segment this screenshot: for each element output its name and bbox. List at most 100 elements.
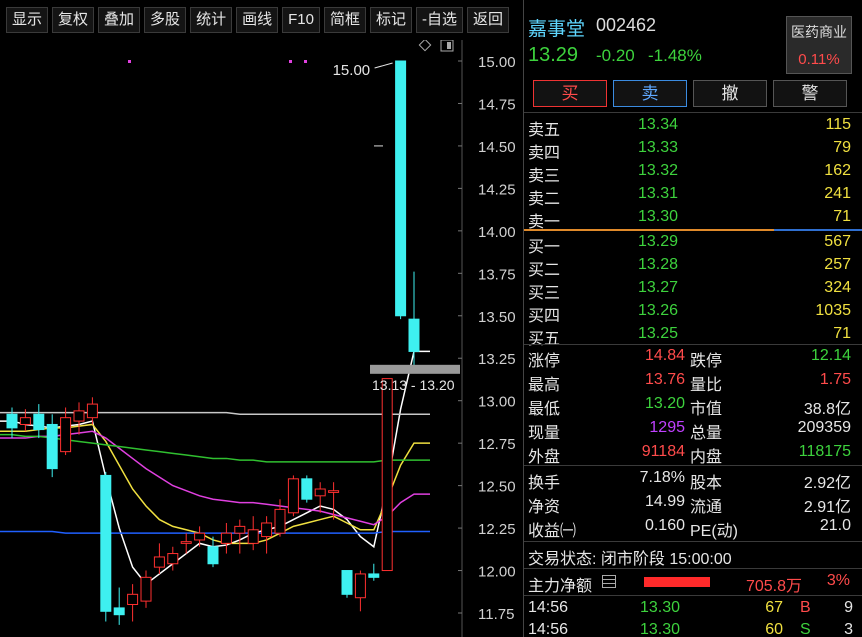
trade-status: 交易状态: 闭市阶段 15:00:00 bbox=[528, 551, 732, 568]
candle-body-up bbox=[247, 529, 259, 544]
price-tick-label: 12.50 bbox=[478, 479, 516, 496]
candle bbox=[60, 407, 72, 456]
bid-row-2[interactable]: 买二 13.28 257 bbox=[524, 254, 862, 279]
ask-volume: 79 bbox=[833, 139, 851, 156]
cancel-order-button[interactable]: 撤 bbox=[693, 80, 767, 107]
stock-name: 嘉事堂 bbox=[528, 19, 586, 40]
ma-line-ma120 bbox=[0, 530, 430, 534]
candle-body-down bbox=[6, 413, 18, 429]
ask-row-2[interactable]: 卖二 13.31 241 bbox=[524, 183, 862, 208]
sell-button[interactable]: 卖 bbox=[613, 80, 687, 107]
toolbar-back-button[interactable]: 返回 bbox=[466, 7, 509, 33]
ask-volume: 241 bbox=[824, 185, 851, 202]
ask-price: 13.33 bbox=[638, 139, 679, 156]
bid-row-4[interactable]: 买四 13.26 1035 bbox=[524, 300, 862, 325]
toolbar-mark-button[interactable]: 标记 bbox=[369, 7, 412, 33]
chart-corner-icons bbox=[418, 40, 454, 52]
candle bbox=[395, 60, 407, 320]
candle-body-up bbox=[86, 403, 98, 419]
toolbar-draw-button[interactable]: 画线 bbox=[236, 7, 279, 33]
candle bbox=[247, 516, 259, 551]
current-price: 13.29 bbox=[528, 44, 579, 66]
ask-row-1[interactable]: 卖一 13.30 71 bbox=[524, 206, 862, 231]
candle-body-up bbox=[73, 410, 85, 422]
candle-body-up bbox=[194, 532, 206, 541]
price-tick-label: 15.00 bbox=[478, 54, 516, 71]
candle bbox=[354, 570, 366, 612]
bid-row-1[interactable]: 买一 13.29 567 bbox=[524, 231, 862, 256]
candle-body-up bbox=[328, 490, 340, 493]
sector-change-pct: 0.11% bbox=[798, 51, 840, 68]
candle-body-up bbox=[153, 556, 165, 568]
signal-dot bbox=[304, 60, 307, 63]
toolbar-overlay-button[interactable]: 叠加 bbox=[98, 7, 141, 33]
candle-body-down bbox=[368, 573, 380, 578]
limit-up-label: 涨停 bbox=[528, 353, 561, 370]
bid-row-5[interactable]: 买五 13.25 71 bbox=[524, 323, 862, 348]
share-capital-value: 2.92亿 bbox=[803, 475, 851, 492]
candle-body-up bbox=[234, 525, 246, 534]
tick-count: 3 bbox=[844, 621, 853, 637]
toolbar-remove-watchlist-button[interactable]: -自选 bbox=[415, 7, 463, 33]
alert-button[interactable]: 警 bbox=[773, 80, 847, 107]
tick-time: 14:56 bbox=[528, 599, 569, 616]
price-gridlines bbox=[458, 40, 463, 637]
kline-chart[interactable]: 15.00 13.13 - 13.20 15.00 14.75 14.50 14.25 1… bbox=[0, 40, 523, 637]
toolbar-multistock-button[interactable]: 多股 bbox=[144, 7, 187, 33]
price-tick-label: 12.25 bbox=[478, 521, 516, 538]
signal-dot bbox=[128, 60, 131, 63]
toolbar-show-button[interactable]: 显示 bbox=[6, 7, 49, 33]
tick-row: 14:56 13.30 60 S 3 bbox=[524, 619, 862, 637]
pe-label: PE(动) bbox=[690, 523, 739, 540]
high-price-label: 15.00 bbox=[333, 62, 371, 79]
ask-row-5[interactable]: 卖五 13.34 115 bbox=[524, 114, 862, 139]
tick-count: 9 bbox=[844, 599, 853, 616]
volume-ratio-value: 1.75 bbox=[819, 371, 851, 388]
window-icon-pane bbox=[447, 42, 451, 49]
candle-body-down bbox=[395, 60, 407, 317]
tick-volume: 67 bbox=[765, 599, 783, 616]
float-shares-label: 流通 bbox=[690, 499, 723, 516]
ask-price: 13.34 bbox=[638, 116, 679, 133]
candle bbox=[261, 516, 273, 554]
main-flow-label[interactable]: 主力净额 bbox=[528, 572, 592, 596]
price-tick-label: 14.75 bbox=[478, 96, 516, 113]
candle-body-down bbox=[301, 478, 313, 500]
toolbar-f10-button[interactable]: F10 bbox=[282, 7, 320, 33]
price-tick-label: 14.25 bbox=[478, 181, 516, 198]
buy-button[interactable]: 买 bbox=[533, 80, 607, 107]
divider bbox=[524, 541, 862, 542]
price-axis: 15.00 14.75 14.50 14.25 14.00 13.75 13.50 13.25… bbox=[478, 54, 516, 623]
ma-line-ma250 bbox=[0, 411, 430, 416]
price-tick-label: 13.00 bbox=[478, 394, 516, 411]
sector-badge[interactable]: 医药商业 0.11% bbox=[786, 16, 852, 74]
range-box bbox=[370, 364, 460, 374]
candle-body-down bbox=[100, 474, 112, 612]
table-icon[interactable] bbox=[602, 575, 616, 588]
ask-row-3[interactable]: 卖三 13.32 162 bbox=[524, 160, 862, 185]
toolbar-stats-button[interactable]: 统计 bbox=[190, 7, 233, 33]
candle-body-up bbox=[140, 576, 152, 602]
divider bbox=[524, 568, 862, 569]
bid-volume: 71 bbox=[833, 325, 851, 342]
candle-body-up bbox=[60, 417, 72, 453]
toolbar-simple-frame-button[interactable]: 简框 bbox=[323, 7, 366, 33]
toolbar-adjust-button[interactable]: 复权 bbox=[52, 7, 95, 33]
bid-price: 13.27 bbox=[638, 279, 679, 296]
kline-chart-svg[interactable]: 15.0013.13 - 13.20 15.0014.7514.5014.251… bbox=[0, 40, 523, 637]
price-tick-label: 13.50 bbox=[478, 309, 516, 326]
turnover-label: 换手 bbox=[528, 475, 561, 492]
turnover-value: 7.18% bbox=[639, 469, 685, 486]
ask-volume: 115 bbox=[825, 116, 851, 133]
candle bbox=[368, 563, 380, 581]
tick-price: 13.30 bbox=[640, 599, 681, 616]
stat-row-volume: 现量 1295 总量 209359 bbox=[524, 417, 862, 442]
ask-row-4[interactable]: 卖四 13.33 79 bbox=[524, 137, 862, 162]
candle-body-down bbox=[113, 607, 125, 616]
candle bbox=[287, 475, 299, 517]
candle bbox=[140, 570, 152, 608]
bid-row-3[interactable]: 买三 13.27 324 bbox=[524, 277, 862, 302]
pe-value: 21.0 bbox=[819, 517, 851, 534]
total-volume-label: 总量 bbox=[690, 425, 723, 442]
candle-body-up bbox=[354, 573, 366, 599]
